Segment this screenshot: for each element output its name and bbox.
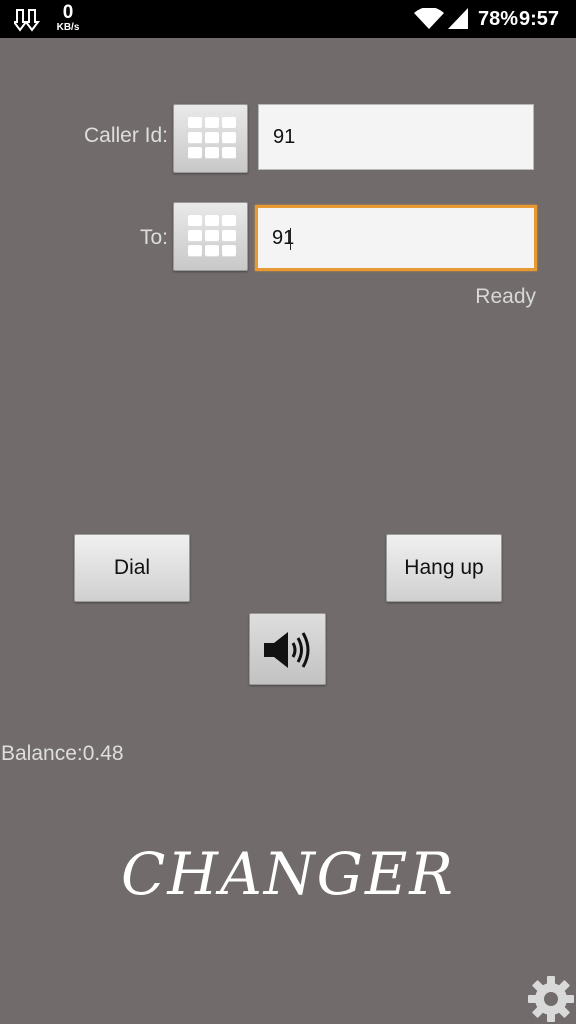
hang-up-button[interactable]: Hang up — [386, 534, 502, 602]
wifi-icon — [414, 8, 444, 29]
network-speed-unit: KB/s — [56, 22, 80, 33]
clock: 9:57 — [519, 8, 560, 30]
caller-id-label: Caller Id: — [83, 124, 168, 147]
call-status: Ready — [475, 285, 536, 308]
dial-button[interactable]: Dial — [74, 534, 190, 602]
status-bar: 0 KB/s 78% 9:57 — [0, 0, 576, 38]
download-arrows-icon — [14, 9, 40, 32]
balance-text: Balance:0.48 — [1, 742, 124, 765]
speaker-button[interactable] — [249, 613, 326, 685]
app-logo: CHANGER — [121, 840, 455, 908]
speaker-icon — [264, 632, 310, 668]
network-speed-value: 0 — [62, 2, 74, 23]
to-input[interactable] — [255, 205, 537, 271]
to-keypad-button[interactable] — [173, 202, 248, 271]
text-caret — [290, 228, 291, 250]
caller-id-keypad-button[interactable] — [173, 104, 248, 173]
caller-id-input[interactable] — [258, 104, 534, 170]
network-speed: 0 KB/s — [52, 3, 84, 33]
keypad-grid-icon — [188, 117, 236, 159]
battery-percent: 78% — [478, 8, 519, 30]
gear-icon[interactable] — [526, 974, 576, 1024]
phone-screen: 0 KB/s 78% 9:57 Caller Id: To: Ready Dia — [0, 0, 576, 1024]
to-label: To: — [139, 226, 168, 249]
keypad-grid-icon — [188, 215, 236, 257]
cell-signal-icon — [448, 8, 468, 29]
